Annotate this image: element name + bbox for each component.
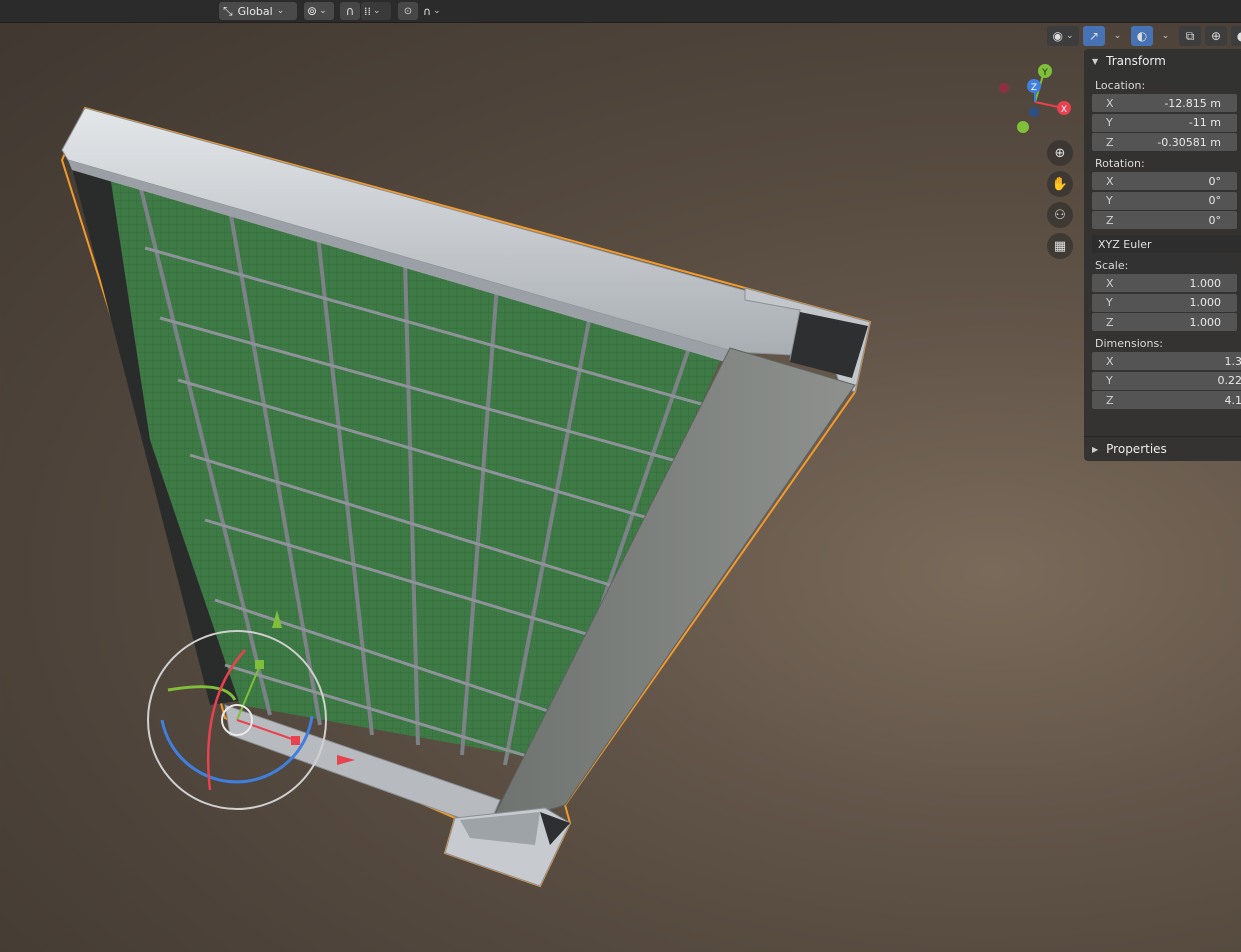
ortho-toggle-button[interactable]: ▦	[1047, 233, 1073, 259]
navigation-gizmo[interactable]: Y X Z	[999, 64, 1071, 133]
overlays-toggle-button[interactable]: ◐	[1131, 26, 1153, 46]
rotation-y-field[interactable]: Y 0°	[1092, 191, 1237, 210]
grid-ortho-icon: ▦	[1053, 238, 1067, 254]
xray-toggle-button[interactable]: ⧉	[1179, 26, 1201, 46]
dimensions-x-field[interactable]: X 1.3	[1092, 352, 1241, 370]
dimensions-label: Dimensions:	[1095, 337, 1163, 350]
sidebar-n-panel: ▼ Transform Location: X -12.815 m Y -11 m …	[1084, 49, 1241, 461]
location-y-field[interactable]: Y -11 m	[1092, 113, 1237, 132]
solid-shading-icon: ●	[1237, 29, 1241, 43]
overlays-dropdown[interactable]: ⌄	[1153, 26, 1175, 46]
rotation-z-field[interactable]: Z 0°	[1092, 211, 1237, 229]
gizmo-toggle-button[interactable]: ↗	[1083, 26, 1105, 46]
viewport-header-tools: ◉⌄ ↗ ⌄ ◐ ⌄ ⧉ ⊕ ●	[1047, 25, 1241, 47]
dimensions-z-field[interactable]: Z 4.1	[1092, 391, 1241, 409]
solar-panel-object[interactable]	[60, 106, 872, 888]
rotation-x-field[interactable]: X 0°	[1092, 172, 1237, 190]
gizmo-dropdown[interactable]: ⌄	[1105, 26, 1127, 46]
camera-view-button[interactable]: ⚇	[1047, 202, 1073, 228]
properties-panel-title: Properties	[1106, 442, 1167, 456]
solid-shading-button[interactable]: ●	[1231, 26, 1241, 46]
dimensions-y-field[interactable]: Y 0.22	[1092, 371, 1241, 390]
gizmo-toggle-icon: ↗	[1088, 29, 1100, 43]
nav-gizmo-z-label: Z	[1031, 83, 1037, 93]
rotation-label: Rotation:	[1095, 157, 1145, 170]
chevron-down-icon: ⌄	[1113, 31, 1122, 41]
zoom-icon: ⊕	[1054, 145, 1066, 161]
collapse-triangle-icon: ▼	[1092, 56, 1099, 66]
nav-gizmo-x-label: X	[1061, 105, 1067, 115]
nav-gizmo-y-label: Y	[1041, 68, 1048, 78]
visibility-dropdown[interactable]: ◉ ⌄	[1047, 26, 1079, 46]
chevron-down-icon: ⌄	[1161, 31, 1170, 41]
scale-x-field[interactable]: X 1.000	[1092, 274, 1237, 292]
rotation-mode-dropdown[interactable]: XYZ Euler	[1092, 235, 1241, 253]
wireframe-shading-button[interactable]: ⊕	[1205, 26, 1227, 46]
camera-icon: ⚇	[1054, 207, 1066, 223]
zoom-button[interactable]: ⊕	[1047, 140, 1073, 166]
visibility-eye-icon: ◉	[1052, 29, 1063, 43]
wireframe-shading-icon: ⊕	[1210, 29, 1222, 43]
location-x-field[interactable]: X -12.815 m	[1092, 94, 1237, 112]
transform-panel-title: Transform	[1106, 54, 1166, 68]
chevron-down-icon: ⌄	[1065, 31, 1074, 41]
scale-label: Scale:	[1095, 259, 1129, 272]
overlays-icon: ◐	[1136, 29, 1148, 43]
navigation-tools: ⊕ ✋ ⚇ ▦	[1047, 140, 1075, 264]
location-z-field[interactable]: Z -0.30581 m	[1092, 133, 1237, 151]
xray-icon: ⧉	[1185, 28, 1195, 43]
scale-z-field[interactable]: Z 1.000	[1092, 313, 1237, 331]
expand-triangle-icon: ▶	[1092, 444, 1099, 454]
properties-panel-header[interactable]: ▶ Properties	[1084, 436, 1241, 461]
pan-button[interactable]: ✋	[1047, 171, 1073, 197]
transform-panel-header[interactable]: ▼ Transform	[1084, 49, 1241, 73]
pan-hand-icon: ✋	[1051, 176, 1069, 192]
scale-y-field[interactable]: Y 1.000	[1092, 293, 1237, 312]
location-label: Location:	[1095, 79, 1146, 92]
